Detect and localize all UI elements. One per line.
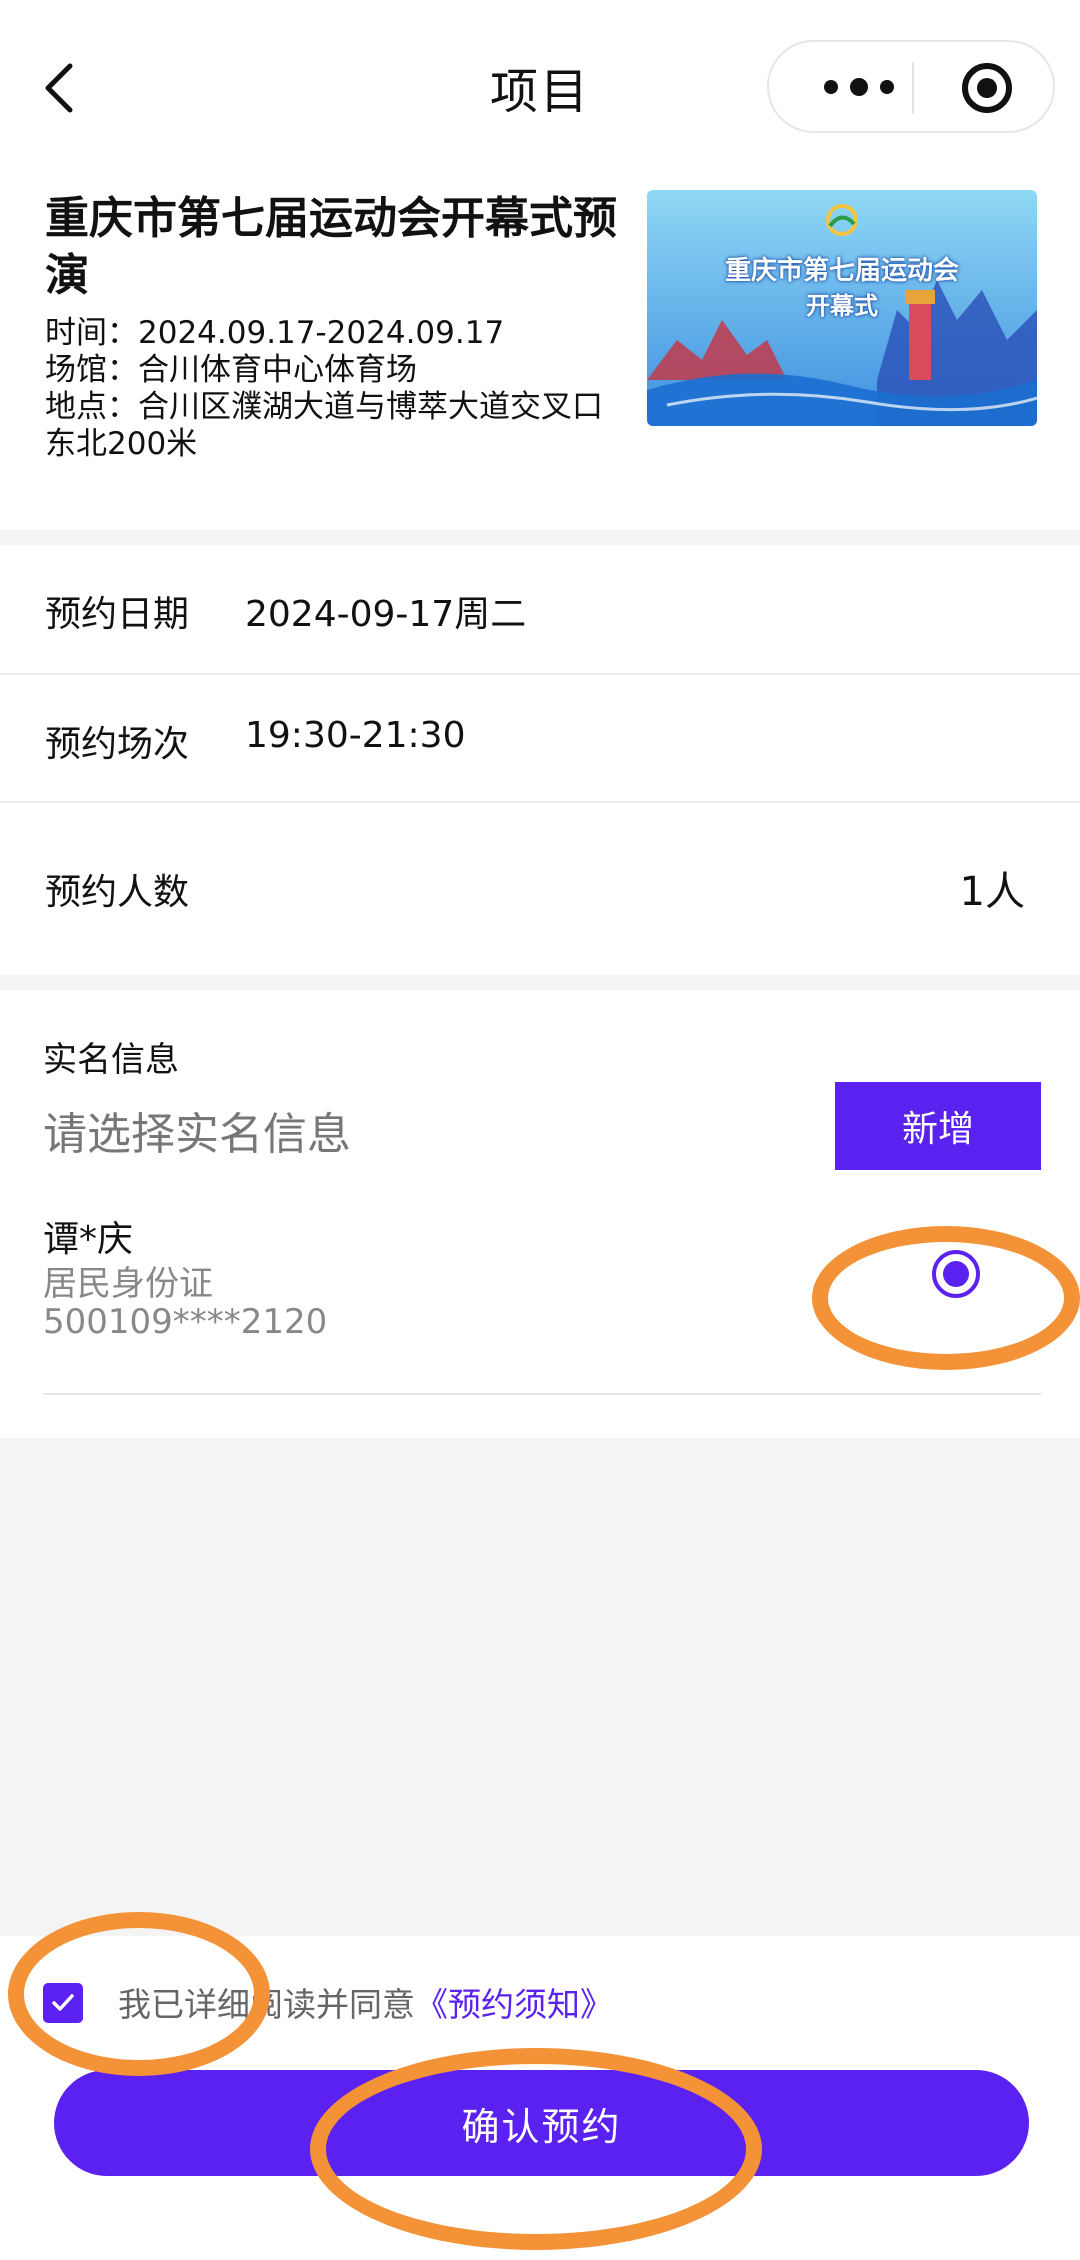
agree-checkbox[interactable] <box>43 1983 83 2023</box>
booking-date-value: 2024-09-17周二 <box>245 594 527 635</box>
booking-count-label: 预约人数 <box>45 872 190 913</box>
more-button[interactable] <box>809 70 909 104</box>
realname-prompt: 请选择实名信息 <box>43 1109 351 1160</box>
booking-count-row[interactable]: 预约人数 1人 <box>0 803 1080 975</box>
confirm-booking-button[interactable]: 确认预约 <box>54 2070 1029 2176</box>
bottom-action-bar: 我已详细阅读并同意《预约须知》 确认预约 <box>0 1936 1080 2260</box>
poster-subtitle: 开幕式 <box>806 292 878 320</box>
event-venue: 场馆：合川体育中心体育场 <box>45 352 417 388</box>
add-person-button[interactable]: 新增 <box>835 1082 1041 1170</box>
mini-program-capsule <box>767 40 1055 133</box>
booking-session-row[interactable]: 预约场次 19:30-21:30 <box>0 675 1080 801</box>
booking-session-value: 19:30-21:30 <box>245 715 466 756</box>
radio-checked-icon <box>932 1250 980 1298</box>
person-name: 谭*庆 <box>43 1219 134 1260</box>
person-id-number: 500109****2120 <box>43 1302 328 1342</box>
event-poster-image: 重庆市第七届运动会 开幕式 <box>647 190 1037 426</box>
person-divider <box>43 1393 1041 1395</box>
nav-bar: 项目 <box>0 0 1080 175</box>
agree-prefix: 我已详细阅读并同意 <box>118 1985 415 2024</box>
event-card: 重庆市第七届运动会开幕式预演 时间：2024.09.17-2024.09.17 … <box>0 175 1080 530</box>
event-time: 时间：2024.09.17-2024.09.17 <box>45 315 505 351</box>
event-address: 地点：合川区濮湖大道与博萃大道交叉口东北200米 <box>45 389 603 462</box>
more-dots-icon <box>824 78 894 96</box>
booking-date-label: 预约日期 <box>45 594 190 635</box>
capsule-divider <box>912 62 914 114</box>
target-icon <box>962 63 1012 113</box>
person-radio[interactable] <box>930 1248 982 1300</box>
close-button[interactable] <box>959 60 1015 116</box>
booking-date-row[interactable]: 预约日期 2024-09-17周二 <box>0 545 1080 673</box>
booking-count-value: 1人 <box>959 869 1025 915</box>
poster-title: 重庆市第七届运动会 <box>724 256 959 286</box>
person-item[interactable]: 谭*庆 居民身份证 500109****2120 <box>0 1210 1080 1390</box>
person-id-type: 居民身份证 <box>43 1264 213 1304</box>
booking-notice-link[interactable]: 《预约须知》 <box>415 1985 613 2024</box>
booking-session-label: 预约场次 <box>45 724 190 765</box>
agree-text: 我已详细阅读并同意《预约须知》 <box>118 1978 613 2026</box>
realname-section: 实名信息 请选择实名信息 新增 谭*庆 居民身份证 500109****2120 <box>0 990 1080 1438</box>
check-icon <box>52 1994 74 2011</box>
realname-title: 实名信息 <box>43 1040 179 1080</box>
event-title: 重庆市第七届运动会开幕式预演 <box>45 193 617 301</box>
